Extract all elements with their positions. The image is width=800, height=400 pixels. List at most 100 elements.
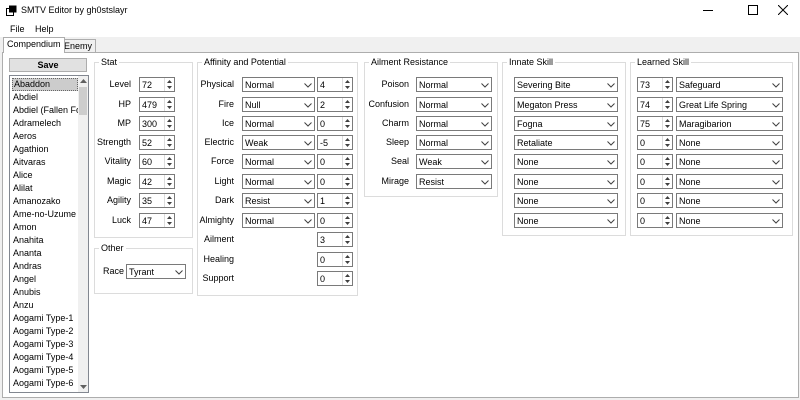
stat-input[interactable]: 72 (139, 77, 175, 92)
spin-down-button[interactable] (165, 181, 174, 187)
potential-input[interactable]: 2 (317, 97, 353, 112)
learned-skill-select[interactable]: None (676, 193, 783, 208)
learned-skill-select[interactable]: Maragibarion (676, 116, 783, 131)
list-item[interactable]: Anubis (12, 286, 78, 299)
spin-down-button[interactable] (663, 104, 672, 110)
stat-input[interactable]: 47 (139, 213, 175, 228)
spin-down-button[interactable] (343, 259, 352, 265)
affinity-select[interactable]: Normal (242, 77, 315, 92)
spinner-buttons[interactable] (662, 155, 672, 168)
spinner-buttons[interactable] (342, 78, 352, 91)
spin-down-button[interactable] (165, 161, 174, 167)
learned-skill-select[interactable]: None (676, 154, 783, 169)
potential-input[interactable]: 3 (317, 232, 353, 247)
spinner-buttons[interactable] (164, 194, 174, 207)
potential-input[interactable]: 0 (317, 154, 353, 169)
ailment-select[interactable]: Weak (416, 154, 492, 169)
spinner-buttons[interactable] (164, 175, 174, 188)
spin-down-button[interactable] (663, 200, 672, 206)
spinner-buttons[interactable] (342, 175, 352, 188)
list-item[interactable]: Abdiel (12, 91, 78, 104)
spinner-buttons[interactable] (662, 136, 672, 149)
learn-level-input[interactable]: 73 (637, 77, 673, 92)
spinner-buttons[interactable] (164, 78, 174, 91)
ailment-select[interactable]: Normal (416, 97, 492, 112)
spin-down-button[interactable] (343, 123, 352, 129)
affinity-select[interactable]: Null (242, 97, 315, 112)
potential-input[interactable]: 0 (317, 116, 353, 131)
spin-down-button[interactable] (165, 200, 174, 206)
spinner-buttons[interactable] (662, 194, 672, 207)
ailment-select[interactable]: Normal (416, 77, 492, 92)
innate-skill-select[interactable]: None (514, 174, 618, 189)
list-item[interactable]: Andras (12, 260, 78, 273)
scroll-thumb[interactable] (79, 87, 87, 115)
ailment-select[interactable]: Normal (416, 135, 492, 150)
affinity-select[interactable]: Weak (242, 135, 315, 150)
spinner-buttons[interactable] (164, 136, 174, 149)
spin-down-button[interactable] (165, 220, 174, 226)
innate-skill-select[interactable]: Fogna (514, 116, 618, 131)
list-item[interactable]: Amanozako (12, 195, 78, 208)
spin-down-button[interactable] (343, 142, 352, 148)
list-item[interactable]: Aogami Type-6 (12, 377, 78, 390)
potential-input[interactable]: 0 (317, 252, 353, 267)
stat-input[interactable]: 60 (139, 154, 175, 169)
learned-skill-select[interactable]: Great Life Spring (676, 97, 783, 112)
list-item[interactable]: Aogami Type-5 (12, 364, 78, 377)
spinner-buttons[interactable] (164, 214, 174, 227)
spin-down-button[interactable] (343, 220, 352, 226)
spinner-buttons[interactable] (164, 117, 174, 130)
save-button[interactable]: Save (9, 58, 87, 72)
affinity-select[interactable]: Normal (242, 116, 315, 131)
tab-compendium[interactable]: Compendium (3, 37, 65, 53)
potential-input[interactable]: 0 (317, 271, 353, 286)
spin-down-button[interactable] (343, 200, 352, 206)
affinity-select[interactable]: Normal (242, 154, 315, 169)
menu-file[interactable]: File (10, 24, 25, 34)
list-item[interactable]: Angel (12, 273, 78, 286)
list-item[interactable]: Ame-no-Uzume (12, 208, 78, 221)
learn-level-input[interactable]: 75 (637, 116, 673, 131)
spinner-buttons[interactable] (342, 98, 352, 111)
spinner-buttons[interactable] (342, 233, 352, 246)
innate-skill-select[interactable]: None (514, 193, 618, 208)
learn-level-input[interactable]: 0 (637, 193, 673, 208)
demon-list[interactable]: Aogami Type-6 Aogami Type-5 Aogami Type-4 A… (9, 75, 89, 393)
spin-down-button[interactable] (343, 278, 352, 284)
spin-down-button[interactable] (343, 239, 352, 245)
spin-down-button[interactable] (165, 104, 174, 110)
spin-down-button[interactable] (663, 181, 672, 187)
innate-skill-select[interactable]: Retaliate (514, 135, 618, 150)
potential-input[interactable]: 4 (317, 77, 353, 92)
list-item[interactable]: Abdiel (Fallen Form) (12, 104, 78, 117)
learned-skill-select[interactable]: None (676, 135, 783, 150)
ailment-select[interactable]: Normal (416, 116, 492, 131)
spin-down-button[interactable] (343, 181, 352, 187)
list-item[interactable]: Abaddon (12, 78, 78, 91)
close-button[interactable] (765, 0, 800, 20)
spin-down-button[interactable] (343, 161, 352, 167)
spinner-buttons[interactable] (342, 194, 352, 207)
spin-down-button[interactable] (343, 84, 352, 90)
learned-skill-select[interactable]: Safeguard (676, 77, 783, 92)
spinner-buttons[interactable] (662, 175, 672, 188)
tab-enemy[interactable]: Enemy (60, 39, 97, 53)
innate-skill-select[interactable]: Megaton Press (514, 97, 618, 112)
spinner-buttons[interactable] (342, 155, 352, 168)
stat-input[interactable]: 42 (139, 174, 175, 189)
stat-input[interactable]: 300 (139, 116, 175, 131)
spin-down-button[interactable] (663, 161, 672, 167)
affinity-select[interactable]: Normal (242, 213, 315, 228)
menu-help[interactable]: Help (35, 24, 54, 34)
innate-skill-select[interactable]: None (514, 213, 618, 228)
potential-input[interactable]: 1 (317, 193, 353, 208)
list-item[interactable]: Alice (12, 169, 78, 182)
learned-skill-select[interactable]: None (676, 174, 783, 189)
spin-down-button[interactable] (165, 142, 174, 148)
list-item[interactable]: Anahita (12, 234, 78, 247)
learn-level-input[interactable]: 0 (637, 154, 673, 169)
spinner-buttons[interactable] (342, 253, 352, 266)
spinner-buttons[interactable] (662, 117, 672, 130)
spin-down-button[interactable] (663, 84, 672, 90)
